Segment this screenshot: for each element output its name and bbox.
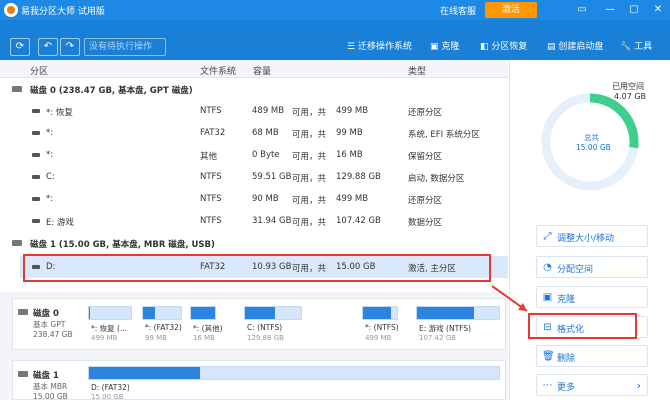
annotation-arrow [491, 285, 528, 312]
arrow-head [518, 303, 527, 311]
